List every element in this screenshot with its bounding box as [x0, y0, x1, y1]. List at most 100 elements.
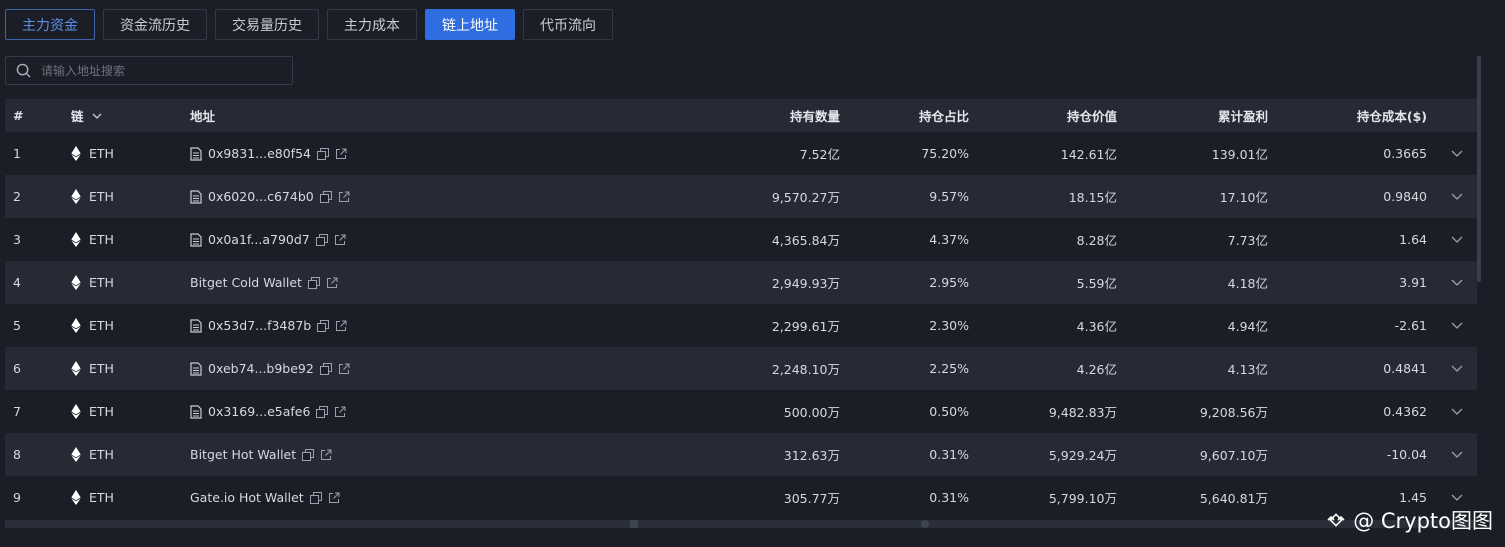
table-row[interactable]: 2 ETH 0x6020...c674b0 9,570.27万 9.57% 18.15亿 1…	[5, 175, 1477, 218]
external-link-icon[interactable]	[335, 320, 347, 332]
eth-icon	[71, 447, 81, 462]
chain-cell: ETH	[71, 146, 114, 161]
cost-cell: 1.64	[1399, 232, 1427, 247]
header-chain-label: 链	[71, 109, 84, 124]
chain-label: ETH	[89, 490, 114, 505]
pnl-cell: 17.10亿	[1219, 190, 1268, 205]
copy-icon[interactable]	[307, 276, 320, 289]
copy-icon[interactable]	[315, 233, 328, 246]
tab-token-flow[interactable]: 代币流向	[523, 9, 613, 40]
address-link[interactable]: Gate.io Hot Wallet	[190, 490, 304, 505]
header-chain-filter[interactable]: 链	[71, 106, 102, 125]
value-cell: 5,929.24万	[1048, 448, 1117, 463]
value-cell: 142.61亿	[1060, 147, 1117, 162]
copy-icon[interactable]	[316, 405, 329, 418]
eth-icon	[71, 232, 81, 247]
expand-chevron-icon[interactable]	[1451, 408, 1463, 415]
tab-main-funds[interactable]: 主力资金	[5, 9, 95, 40]
address-cell: 0x0a1f...a790d7	[190, 232, 346, 247]
tab-main-cost[interactable]: 主力成本	[327, 9, 417, 40]
search-box[interactable]	[5, 56, 293, 85]
ratio-cell: 75.20%	[921, 146, 969, 161]
external-link-icon[interactable]	[320, 449, 332, 461]
chain-label: ETH	[89, 232, 114, 247]
address-link[interactable]: Bitget Hot Wallet	[190, 447, 296, 462]
ratio-cell: 0.31%	[929, 447, 969, 462]
address-link[interactable]: 0x0a1f...a790d7	[208, 232, 310, 247]
eth-icon	[71, 490, 81, 505]
address-link[interactable]: 0x6020...c674b0	[208, 189, 314, 204]
address-link[interactable]: Bitget Cold Wallet	[190, 275, 302, 290]
scroll-marker	[921, 520, 929, 528]
external-link-icon[interactable]	[334, 234, 346, 246]
expand-chevron-icon[interactable]	[1451, 365, 1463, 372]
copy-icon[interactable]	[319, 190, 332, 203]
expand-chevron-icon[interactable]	[1451, 451, 1463, 458]
address-link[interactable]: 0x53d7...f3487b	[208, 318, 311, 333]
address-link[interactable]: 0x9831...e80f54	[208, 146, 311, 161]
ratio-cell: 2.30%	[929, 318, 969, 333]
cost-cell: 0.4841	[1383, 361, 1427, 376]
header-ratio[interactable]: 持仓占比	[919, 106, 969, 125]
contract-icon	[190, 318, 202, 333]
tab-onchain-address[interactable]: 链上地址	[425, 9, 515, 40]
pnl-cell: 4.13亿	[1227, 362, 1268, 377]
external-link-icon[interactable]	[338, 363, 350, 375]
external-link-icon[interactable]	[326, 277, 338, 289]
value-cell: 4.26亿	[1076, 362, 1117, 377]
value-cell: 5.59亿	[1076, 276, 1117, 291]
expand-chevron-icon[interactable]	[1451, 236, 1463, 243]
chain-cell: ETH	[71, 447, 114, 462]
expand-chevron-icon[interactable]	[1451, 193, 1463, 200]
header-pnl[interactable]: 累计盈利	[1218, 106, 1268, 125]
chain-label: ETH	[89, 361, 114, 376]
address-link[interactable]: 0x3169...e5afe6	[208, 404, 310, 419]
holdings-cell: 312.63万	[783, 448, 840, 463]
address-link[interactable]: 0xeb74...b9be92	[208, 361, 314, 376]
tab-volume-history[interactable]: 交易量历史	[215, 9, 319, 40]
copy-icon[interactable]	[309, 491, 322, 504]
copy-icon[interactable]	[317, 147, 329, 160]
address-cell: 0x9831...e80f54	[190, 146, 347, 161]
eth-icon	[71, 318, 81, 333]
expand-chevron-icon[interactable]	[1451, 279, 1463, 286]
header-holdings[interactable]: 持有数量	[790, 106, 840, 125]
value-cell: 4.36亿	[1076, 319, 1117, 334]
address-cell: 0x3169...e5afe6	[190, 404, 346, 419]
row-num: 5	[13, 318, 21, 333]
external-link-icon[interactable]	[338, 191, 350, 203]
table-row[interactable]: 1 ETH 0x9831...e80f54 7.52亿 75.20% 142.61亿 139…	[5, 132, 1477, 175]
vertical-scrollbar[interactable]	[1477, 56, 1481, 282]
header-cost[interactable]: 持仓成本($)	[1357, 106, 1427, 125]
expand-chevron-icon[interactable]	[1451, 322, 1463, 329]
contract-icon	[190, 146, 202, 161]
chain-label: ETH	[89, 146, 114, 161]
table-row[interactable]: 6 ETH 0xeb74...b9be92 2,248.10万 2.25% 4.26亿 4.…	[5, 347, 1477, 390]
table-header: # 链 地址 持有数量 持仓占比 持仓价值 累计盈利 持仓成本($)	[5, 99, 1477, 132]
table-row[interactable]: 7 ETH 0x3169...e5afe6 500.00万 0.50% 9,482.83万…	[5, 390, 1477, 433]
external-link-icon[interactable]	[334, 406, 346, 418]
horizontal-scrollbar[interactable]	[5, 520, 1477, 528]
cost-cell: 1.45	[1399, 490, 1427, 505]
external-link-icon[interactable]	[335, 148, 347, 160]
expand-chevron-icon[interactable]	[1451, 150, 1463, 157]
pnl-cell: 9,607.10万	[1199, 448, 1268, 463]
table-row[interactable]: 8 ETH Bitget Hot Wallet 312.63万 0.31% 5,929.2…	[5, 433, 1477, 476]
expand-chevron-icon[interactable]	[1451, 494, 1463, 501]
copy-icon[interactable]	[302, 448, 315, 461]
address-cell: 0x6020...c674b0	[190, 189, 350, 204]
holdings-cell: 7.52亿	[799, 147, 840, 162]
contract-icon	[190, 361, 202, 376]
chain-cell: ETH	[71, 232, 114, 247]
external-link-icon[interactable]	[328, 492, 340, 504]
header-value[interactable]: 持仓价值	[1067, 106, 1117, 125]
tab-fund-flow-history[interactable]: 资金流历史	[103, 9, 207, 40]
table-row[interactable]: 5 ETH 0x53d7...f3487b 2,299.61万 2.30% 4.36亿 4.…	[5, 304, 1477, 347]
copy-icon[interactable]	[319, 362, 332, 375]
holdings-cell: 2,299.61万	[771, 319, 840, 334]
table-row[interactable]: 3 ETH 0x0a1f...a790d7 4,365.84万 4.37% 8.28亿 7.…	[5, 218, 1477, 261]
search-input[interactable]	[39, 62, 283, 79]
table-row[interactable]: 4 ETH Bitget Cold Wallet 2,949.93万 2.95% 5.59…	[5, 261, 1477, 304]
table-row[interactable]: 9 ETH Gate.io Hot Wallet 305.77万 0.31% 5,799.…	[5, 476, 1477, 519]
copy-icon[interactable]	[317, 319, 330, 332]
